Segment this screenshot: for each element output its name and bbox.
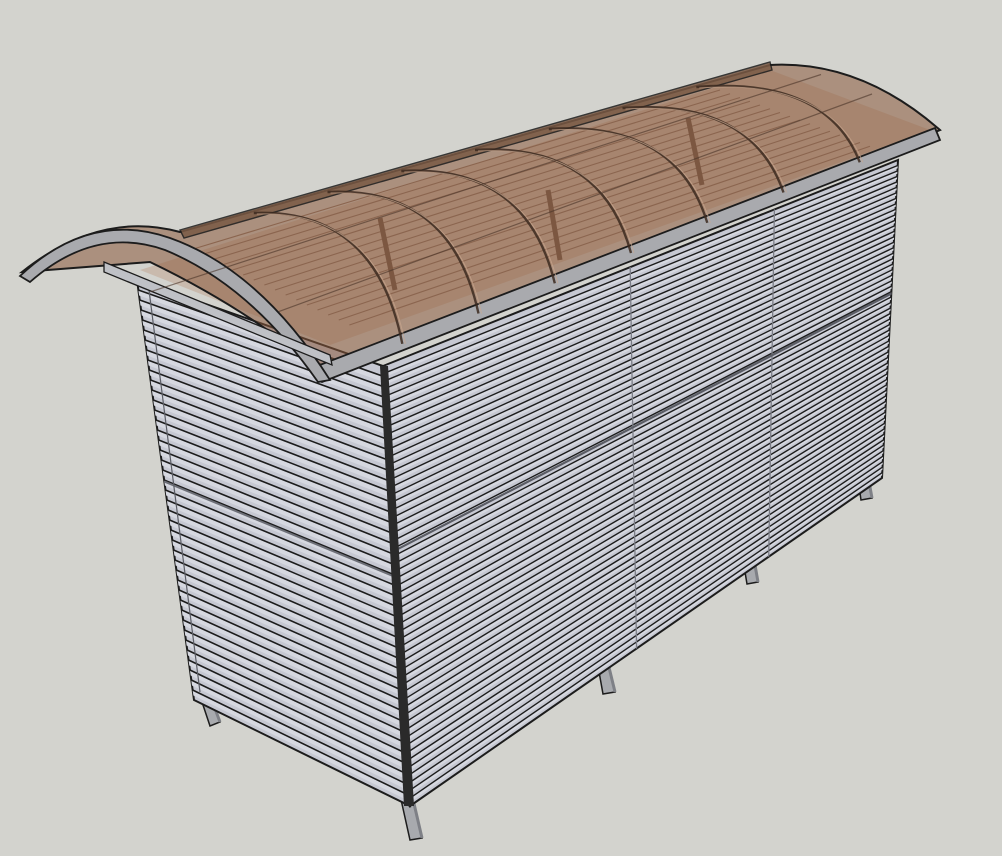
shed-3d-model (18, 61, 942, 841)
sketch-viewport (0, 0, 1002, 856)
